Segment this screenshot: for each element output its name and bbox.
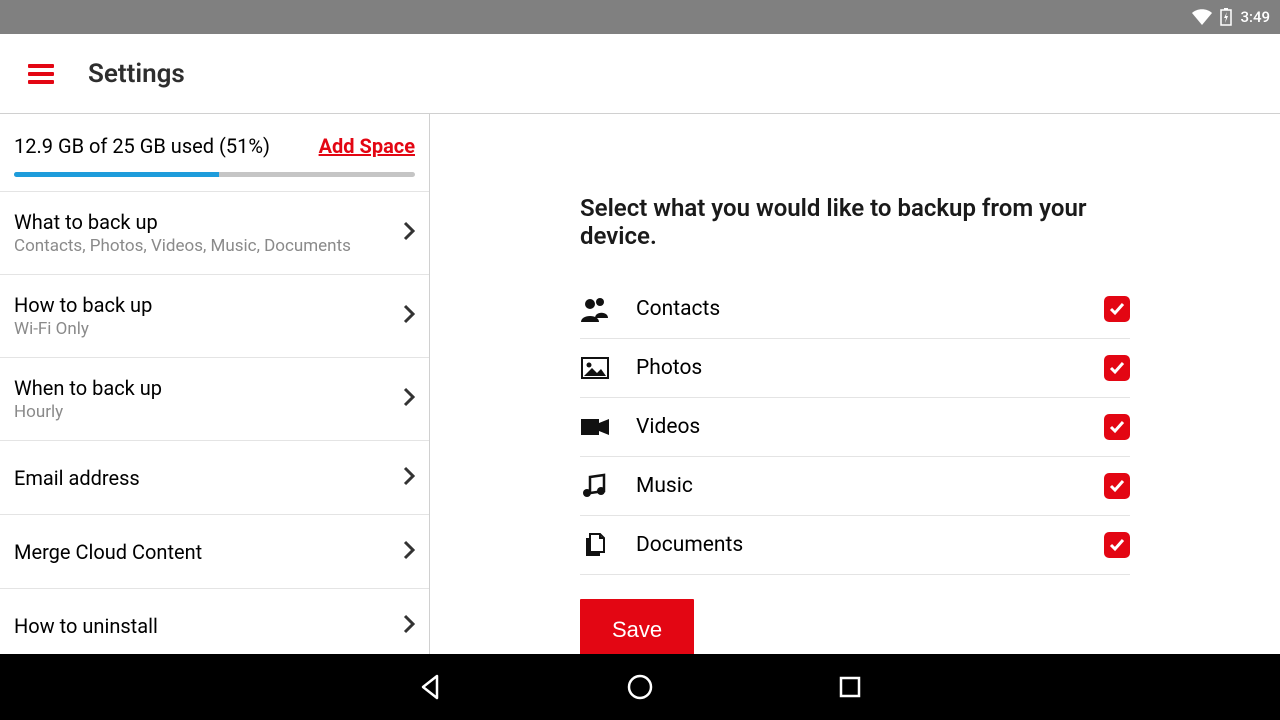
- chevron-right-icon: [403, 614, 415, 638]
- menu-icon[interactable]: [28, 64, 54, 84]
- checkbox-documents[interactable]: [1104, 532, 1130, 558]
- backup-label: Documents: [636, 533, 1078, 557]
- setting-title: Merge Cloud Content: [14, 540, 202, 564]
- statusbar-time: 3:49: [1240, 8, 1270, 26]
- sidebar-item-email[interactable]: Email address: [0, 441, 429, 515]
- chevron-right-icon: [403, 304, 415, 328]
- backup-item-music: Music: [580, 457, 1130, 516]
- chevron-right-icon: [403, 387, 415, 411]
- sidebar-item-when-to-backup[interactable]: When to back up Hourly: [0, 358, 429, 441]
- statusbar: 3:49: [0, 0, 1280, 34]
- documents-icon: [580, 530, 610, 560]
- battery-charging-icon: [1220, 8, 1232, 26]
- music-icon: [580, 471, 610, 501]
- chevron-right-icon: [403, 221, 415, 245]
- backup-label: Photos: [636, 356, 1078, 380]
- setting-title: What to back up: [14, 210, 351, 234]
- storage-panel: 12.9 GB of 25 GB used (51%) Add Space: [0, 114, 429, 192]
- navbar: [0, 654, 1280, 720]
- setting-sub: Wi-Fi Only: [14, 319, 152, 339]
- nav-home-button[interactable]: [625, 672, 655, 702]
- setting-title: How to back up: [14, 293, 152, 317]
- sidebar-item-how-to-backup[interactable]: How to back up Wi-Fi Only: [0, 275, 429, 358]
- backup-item-videos: Videos: [580, 398, 1130, 457]
- setting-sub: Contacts, Photos, Videos, Music, Documen…: [14, 236, 351, 256]
- appbar: Settings: [0, 34, 1280, 114]
- sidebar: 12.9 GB of 25 GB used (51%) Add Space Wh…: [0, 114, 430, 654]
- setting-sub: Hourly: [14, 402, 162, 422]
- chevron-right-icon: [403, 466, 415, 490]
- setting-title: When to back up: [14, 376, 162, 400]
- sidebar-item-how-to-uninstall[interactable]: How to uninstall: [0, 589, 429, 654]
- add-space-link[interactable]: Add Space: [319, 134, 415, 158]
- backup-item-documents: Documents: [580, 516, 1130, 575]
- storage-progress: [14, 172, 415, 177]
- backup-label: Music: [636, 474, 1078, 498]
- backup-item-photos: Photos: [580, 339, 1130, 398]
- checkbox-contacts[interactable]: [1104, 296, 1130, 322]
- setting-title: Email address: [14, 466, 140, 490]
- setting-title: How to uninstall: [14, 614, 158, 638]
- backup-item-contacts: Contacts: [580, 280, 1130, 339]
- sidebar-item-what-to-backup[interactable]: What to back up Contacts, Photos, Videos…: [0, 192, 429, 275]
- chevron-right-icon: [403, 540, 415, 564]
- content: 12.9 GB of 25 GB used (51%) Add Space Wh…: [0, 114, 1280, 654]
- save-button[interactable]: Save: [580, 599, 694, 654]
- checkbox-videos[interactable]: [1104, 414, 1130, 440]
- nav-recent-button[interactable]: [835, 672, 865, 702]
- backup-label: Contacts: [636, 297, 1078, 321]
- storage-usage-text: 12.9 GB of 25 GB used (51%): [14, 134, 270, 158]
- nav-back-button[interactable]: [415, 672, 445, 702]
- checkbox-photos[interactable]: [1104, 355, 1130, 381]
- main-panel: Select what you would like to backup fro…: [430, 114, 1280, 654]
- videos-icon: [580, 412, 610, 442]
- checkbox-music[interactable]: [1104, 473, 1130, 499]
- contacts-icon: [580, 294, 610, 324]
- sidebar-item-merge-cloud[interactable]: Merge Cloud Content: [0, 515, 429, 589]
- backup-label: Videos: [636, 415, 1078, 439]
- page-title: Settings: [88, 59, 185, 89]
- wifi-icon: [1192, 9, 1212, 25]
- main-heading: Select what you would like to backup fro…: [580, 194, 1130, 250]
- photos-icon: [580, 353, 610, 383]
